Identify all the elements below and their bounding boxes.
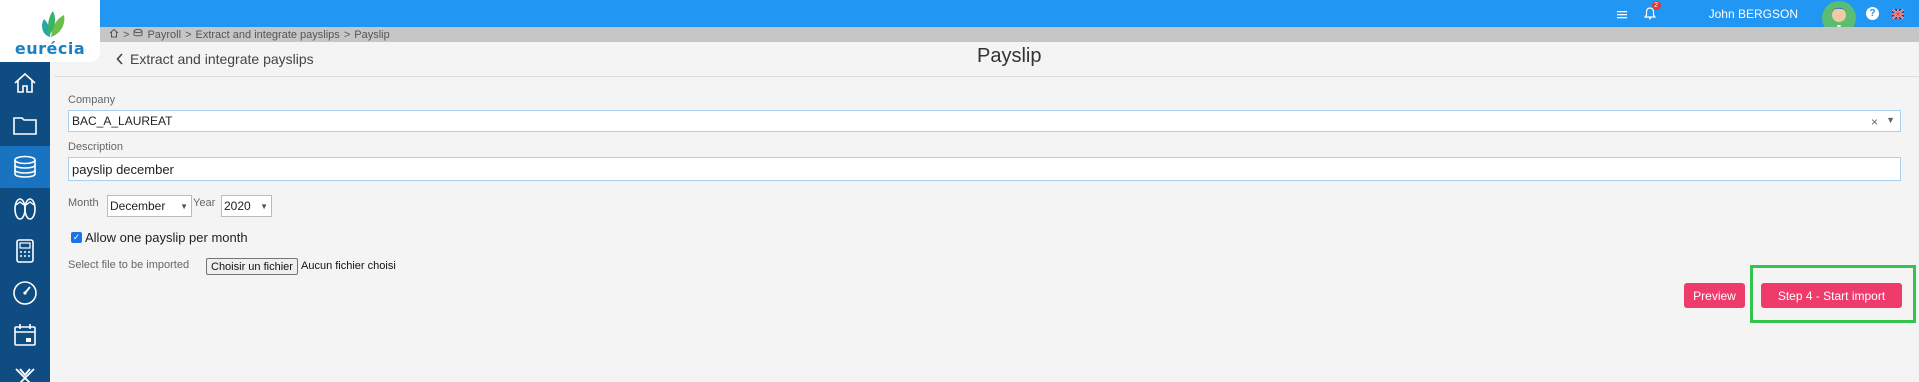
- sidebar-item-folder[interactable]: [0, 104, 50, 146]
- sidebar-item-home[interactable]: [0, 62, 50, 104]
- sidebar: [0, 62, 50, 382]
- file-status: Aucun fichier choisi: [301, 260, 396, 272]
- breadcrumb: > Payroll > Extract and integrate paysli…: [100, 27, 1919, 42]
- logo[interactable]: eurécia: [0, 0, 100, 62]
- description-value: payslip december: [72, 161, 174, 177]
- year-select[interactable]: 2020 ▼: [221, 195, 272, 217]
- home-icon: [14, 72, 36, 93]
- year-value: 2020: [224, 199, 251, 213]
- logo-text: eurécia: [14, 39, 86, 58]
- back-link-label: Extract and integrate payslips: [130, 51, 314, 67]
- highlight-box: [1750, 265, 1916, 323]
- sidebar-item-leave[interactable]: [0, 188, 50, 230]
- company-label: Company: [68, 94, 116, 106]
- file-label: Select file to be imported: [68, 259, 190, 271]
- allow-one-payslip-checkbox[interactable]: ✓: [71, 232, 82, 243]
- allow-one-payslip-label[interactable]: Allow one payslip per month: [85, 230, 248, 245]
- coins-icon: [14, 155, 36, 178]
- sandals-icon: [14, 198, 36, 220]
- chevron-left-icon: [116, 53, 123, 65]
- sidebar-item-x-app[interactable]: [0, 356, 50, 382]
- company-value: BAC_A_LAUREAT: [72, 114, 173, 128]
- sidebar-item-payroll[interactable]: [0, 146, 50, 188]
- description-input[interactable]: payslip december: [68, 157, 1901, 181]
- year-label: Year: [193, 197, 216, 209]
- month-select[interactable]: December ▼: [107, 195, 192, 217]
- company-select[interactable]: BAC_A_LAUREAT × ▼: [68, 110, 1901, 132]
- sidebar-item-expenses[interactable]: [0, 230, 50, 272]
- breadcrumb-item-payroll[interactable]: Payroll: [147, 29, 181, 41]
- breadcrumb-separator: >: [123, 28, 130, 41]
- description-label: Description: [68, 141, 124, 153]
- folder-icon: [13, 117, 37, 135]
- coins-icon: [133, 28, 143, 41]
- sidebar-item-dashboard[interactable]: [0, 272, 50, 314]
- calendar-icon: [14, 324, 36, 346]
- gauge-icon: [13, 281, 37, 305]
- sidebar-item-calendar[interactable]: [0, 314, 50, 356]
- page-title: Payslip: [977, 45, 1042, 67]
- divider: [54, 76, 1919, 77]
- top-bar: 2 John BERGSON ?: [0, 0, 1919, 35]
- breadcrumb-item-extract[interactable]: Extract and integrate payslips: [196, 29, 340, 41]
- breadcrumb-separator: >: [185, 28, 192, 41]
- user-name[interactable]: John BERGSON: [1709, 7, 1798, 21]
- month-label: Month: [68, 197, 99, 209]
- month-value: December: [110, 199, 166, 213]
- clear-icon[interactable]: ×: [1871, 115, 1878, 129]
- choose-file-button[interactable]: Choisir un fichier: [206, 258, 298, 275]
- caret-down-icon: ▼: [180, 202, 188, 211]
- back-link[interactable]: Extract and integrate payslips: [116, 51, 314, 67]
- notification-badge: 2: [1651, 0, 1661, 10]
- top-bar-actions: 2 John BERGSON ?: [1613, 0, 1907, 35]
- uk-flag-icon[interactable]: [1889, 5, 1907, 23]
- breadcrumb-separator: >: [343, 28, 351, 41]
- caret-down-icon: ▼: [260, 202, 268, 211]
- calculator-icon: [16, 239, 34, 263]
- caret-down-icon[interactable]: ▼: [1886, 115, 1895, 125]
- x-app-icon: [15, 368, 35, 382]
- chart-bars-icon[interactable]: [1613, 5, 1631, 23]
- leaf-logo-icon: [42, 11, 65, 37]
- help-icon[interactable]: ?: [1866, 7, 1879, 20]
- home-icon[interactable]: [109, 28, 119, 41]
- breadcrumb-item-payslip: Payslip: [354, 28, 390, 41]
- bell-icon[interactable]: 2: [1641, 0, 1661, 23]
- preview-button[interactable]: Preview: [1684, 283, 1745, 308]
